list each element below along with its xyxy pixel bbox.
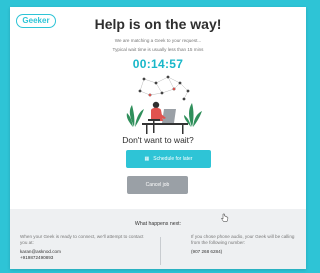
contact-description: When your Geek is ready to connect, we'l… (20, 234, 144, 245)
mouse-pointer-icon (221, 213, 229, 222)
schedule-button-label: Schedule for later (153, 156, 193, 162)
countdown-timer: 00:14:57 (132, 57, 184, 71)
phone-audio-column: If you chose phone audio, your Geek will… (191, 234, 303, 255)
matching-text: We are matching a Geek to your request..… (114, 38, 202, 43)
what-happens-next-panel: What happens next: When your Geek is rea… (10, 209, 306, 269)
person-at-laptop-illustration (126, 75, 202, 134)
schedule-for-later-button[interactable]: ▦ Schedule for later (126, 150, 211, 168)
dont-want-to-wait-text: Don't want to wait? (122, 135, 194, 145)
info-title: What happens next: (134, 221, 182, 227)
wait-time-text: Typical wait time is usually less than 1… (112, 47, 204, 52)
cancel-job-button[interactable]: Cancel job (127, 176, 188, 194)
geek-phone-number: (907 268 6284) (191, 249, 223, 254)
calendar-icon: ▦ (144, 156, 150, 162)
column-divider (160, 237, 161, 265)
contact-phone: +919872490893 (20, 255, 54, 260)
page-title: Help is on the way! (94, 16, 222, 32)
contact-info-column: When your Geek is ready to connect, we'l… (20, 234, 148, 261)
waiting-card: Geeker Help is on the way! We are matchi… (10, 7, 306, 269)
phone-audio-description: If you chose phone audio, your Geek will… (191, 234, 295, 245)
